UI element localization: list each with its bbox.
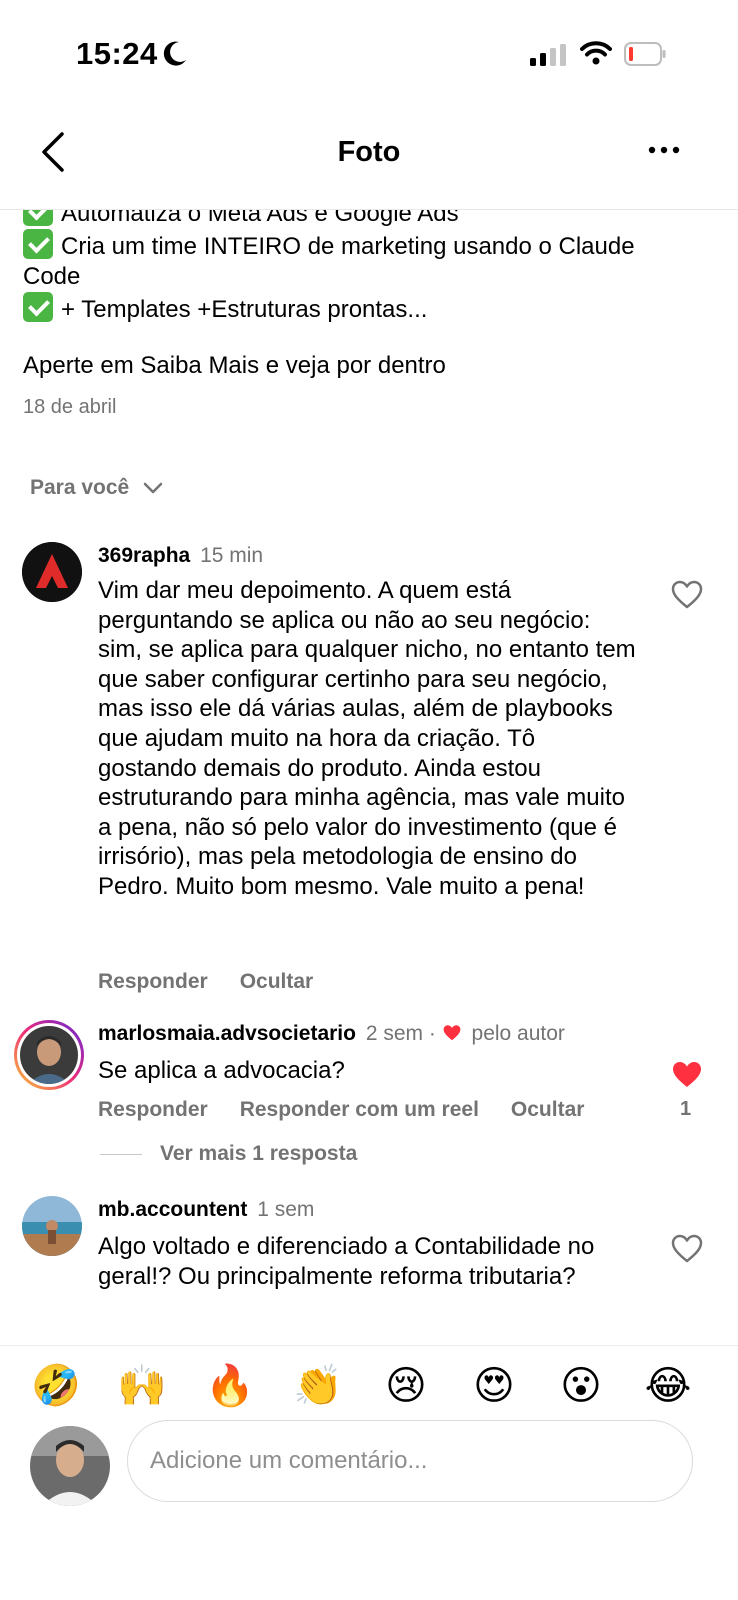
- comment-actions: Responder Responder com um reel Ocultar: [98, 1098, 584, 1122]
- comment-username[interactable]: mb.accountent: [98, 1198, 247, 1221]
- heart-filled-icon[interactable]: [671, 1060, 703, 1090]
- comment-header: marlosmaia.advsocietario 2 sem · pelo au…: [98, 1022, 565, 1046]
- rofl-emoji-button[interactable]: 🤣: [30, 1360, 82, 1412]
- caption-cta: Aperte em Saiba Mais e veja por dentro: [23, 352, 446, 379]
- my-avatar: [30, 1426, 110, 1506]
- avatar-story-ring[interactable]: [14, 1020, 84, 1090]
- battery-low-icon: [624, 42, 666, 66]
- status-time: 15:24: [76, 36, 158, 71]
- caption-line: Code: [23, 263, 81, 290]
- caption-line: Automatiza o Meta Ads e Google Ads: [23, 210, 723, 229]
- comment-time: 1 sem: [257, 1198, 315, 1221]
- checkmark-icon: [23, 292, 53, 322]
- avatar: [20, 1026, 78, 1084]
- comment-header: mb.accountent 1 sem: [98, 1198, 314, 1222]
- cellular-signal-icon: [530, 44, 566, 66]
- surprised-emoji-button[interactable]: 😮: [555, 1360, 607, 1412]
- comment-sort-dropdown[interactable]: Para você: [30, 476, 163, 500]
- sort-label: Para você: [30, 476, 130, 499]
- status-bar: 15:24: [0, 0, 738, 100]
- post-date: 18 de abril: [23, 396, 117, 418]
- hide-button[interactable]: Ocultar: [240, 970, 314, 994]
- quick-reactions-bar: 🤣 🙌 🔥 👏 😢 😍 😮 😂: [0, 1360, 738, 1420]
- comment-text: Vim dar meu depoimento. A quem está perg…: [98, 577, 636, 900]
- top-nav: Foto: [0, 110, 738, 210]
- red-logo-icon: [22, 542, 82, 602]
- view-more-replies-label: Ver mais 1 resposta: [160, 1142, 358, 1165]
- moon-icon: [163, 41, 186, 66]
- heart-eyes-emoji-button[interactable]: 😍: [468, 1360, 520, 1412]
- avatar-photo: [30, 1426, 110, 1506]
- add-comment-field[interactable]: [127, 1420, 693, 1502]
- comment-time: 15 min: [200, 544, 264, 567]
- post-content[interactable]: Automatiza o Meta Ads e Google Ads Cria …: [0, 210, 738, 1345]
- post-caption: Automatiza o Meta Ads e Google Ads Cria …: [23, 210, 723, 325]
- comment-text: Algo voltado e diferenciado a Contabilid…: [98, 1233, 595, 1290]
- reply-button[interactable]: Responder: [98, 970, 208, 994]
- comment-username[interactable]: marlosmaia.advsocietario: [98, 1022, 356, 1045]
- comment-actions: Responder Ocultar: [98, 970, 313, 994]
- comment-time: 2 sem ·: [365, 1022, 436, 1045]
- checkmark-icon: [23, 229, 53, 259]
- comment-composer: 🤣 🙌 🔥 👏 😢 😍 😮 😂: [0, 1345, 738, 1600]
- hide-button[interactable]: Ocultar: [511, 1098, 585, 1122]
- liked-by-author: pelo autor: [471, 1022, 565, 1045]
- comment-username[interactable]: 369rapha: [98, 544, 190, 567]
- avatar[interactable]: [22, 542, 82, 602]
- crying-emoji-button[interactable]: 😢: [380, 1360, 432, 1412]
- heart-filled-icon: [443, 1025, 461, 1041]
- caption-line: Cria um time INTEIRO de marketing usando…: [23, 229, 723, 262]
- heart-outline-icon[interactable]: [671, 1234, 703, 1264]
- raising-hands-emoji-button[interactable]: 🙌: [116, 1360, 168, 1412]
- clapping-emoji-button[interactable]: 👏: [292, 1360, 344, 1412]
- view-more-replies-button[interactable]: Ver mais 1 resposta: [100, 1142, 357, 1166]
- like-count: 1: [680, 1098, 692, 1120]
- comment-text: Se aplica a advocacia?: [98, 1057, 345, 1084]
- avatar[interactable]: [22, 1196, 82, 1256]
- checkmark-icon: [23, 210, 53, 226]
- avatar-photo: [22, 1196, 82, 1256]
- comment-header: 369rapha 15 min: [98, 544, 263, 568]
- more-options-icon[interactable]: [648, 146, 680, 154]
- wifi-icon: [580, 41, 612, 65]
- fire-emoji-button[interactable]: 🔥: [204, 1360, 256, 1412]
- reply-with-reel-button[interactable]: Responder com um reel: [240, 1098, 479, 1122]
- chevron-down-icon: [144, 482, 163, 494]
- tears-of-joy-emoji-button[interactable]: 😂: [642, 1360, 694, 1412]
- divider: [100, 1153, 142, 1155]
- heart-outline-icon[interactable]: [671, 580, 703, 610]
- comment-input[interactable]: [150, 1443, 670, 1479]
- page-title: Foto: [337, 136, 401, 168]
- caption-line: + Templates +Estruturas prontas...: [23, 292, 723, 325]
- reply-button[interactable]: Responder: [98, 1098, 208, 1122]
